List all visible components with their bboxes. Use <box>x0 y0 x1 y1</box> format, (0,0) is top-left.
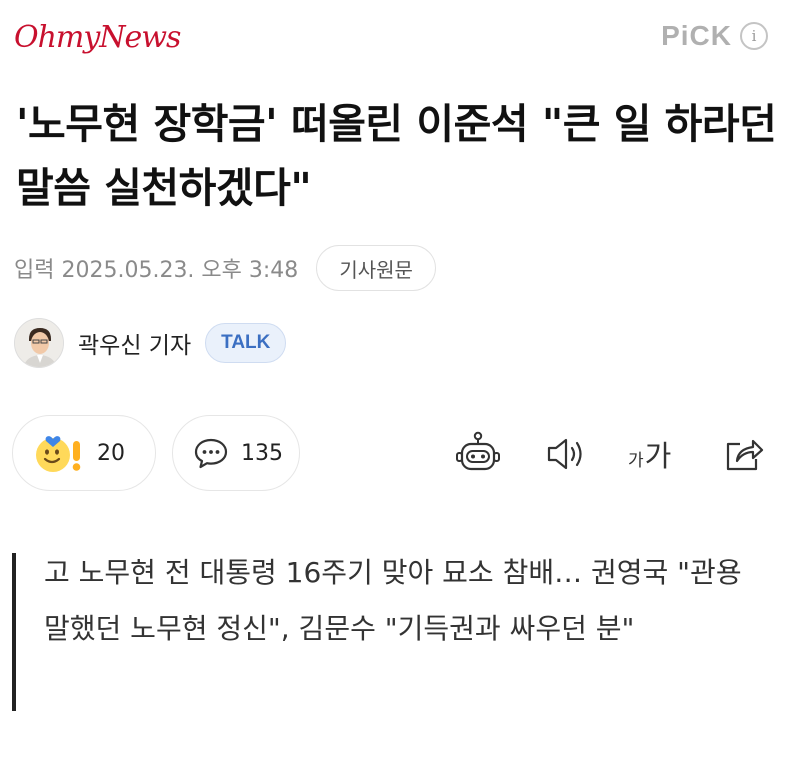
summary-text: 고 노무현 전 대통령 16주기 맞아 묘소 참배… 권영국 "관용 말했던 노… <box>44 556 742 645</box>
pick-area: PiCK i <box>661 20 768 52</box>
font-size-small-glyph: 가 <box>628 451 644 471</box>
pick-label: PiCK <box>661 20 732 51</box>
speaker-icon <box>547 438 582 470</box>
header: OhmyNews PiCK i <box>0 0 800 80</box>
article-headline: '노무현 장학금' 떠올린 이준석 "큰 일 하라던 말씀 실천하겠다" <box>16 100 777 212</box>
reaction-count: 20 <box>97 440 125 466</box>
author-row: 곽우신 기자 TALK <box>14 316 287 370</box>
article-dateline: 입력 2025.05.23. 오후 3:48 <box>14 258 299 283</box>
author-name[interactable]: 곽우신 기자 <box>78 326 191 360</box>
author-avatar[interactable] <box>14 318 64 368</box>
ai-summary-button[interactable] <box>455 431 501 477</box>
font-size-button[interactable]: 가 가 <box>628 435 680 475</box>
comment-count: 135 <box>241 440 283 466</box>
original-article-button[interactable]: 기사원문 <box>316 245 436 291</box>
article-meta: 입력 2025.05.23. 오후 3:48 기사원문 <box>14 245 436 291</box>
listen-button[interactable] <box>542 431 588 477</box>
share-button[interactable] <box>720 431 766 477</box>
speech-bubble-icon <box>194 438 228 469</box>
info-icon[interactable]: i <box>740 22 768 50</box>
font-size-large-glyph: 가 <box>644 439 672 473</box>
person-avatar-icon <box>15 319 63 367</box>
share-icon <box>726 439 764 471</box>
talk-badge[interactable]: TALK <box>205 323 287 363</box>
ohmynews-logo[interactable]: OhmyNews <box>14 20 181 55</box>
smiley-exclamation-icon <box>36 436 81 472</box>
action-bar: 20 135 가 가 <box>0 415 800 493</box>
comment-button[interactable]: 135 <box>172 415 300 491</box>
article-summary: 고 노무현 전 대통령 16주기 맞아 묘소 참배… 권영국 "관용 말했던 노… <box>12 553 762 711</box>
robot-icon <box>456 431 500 471</box>
reaction-button[interactable]: 20 <box>12 415 156 491</box>
